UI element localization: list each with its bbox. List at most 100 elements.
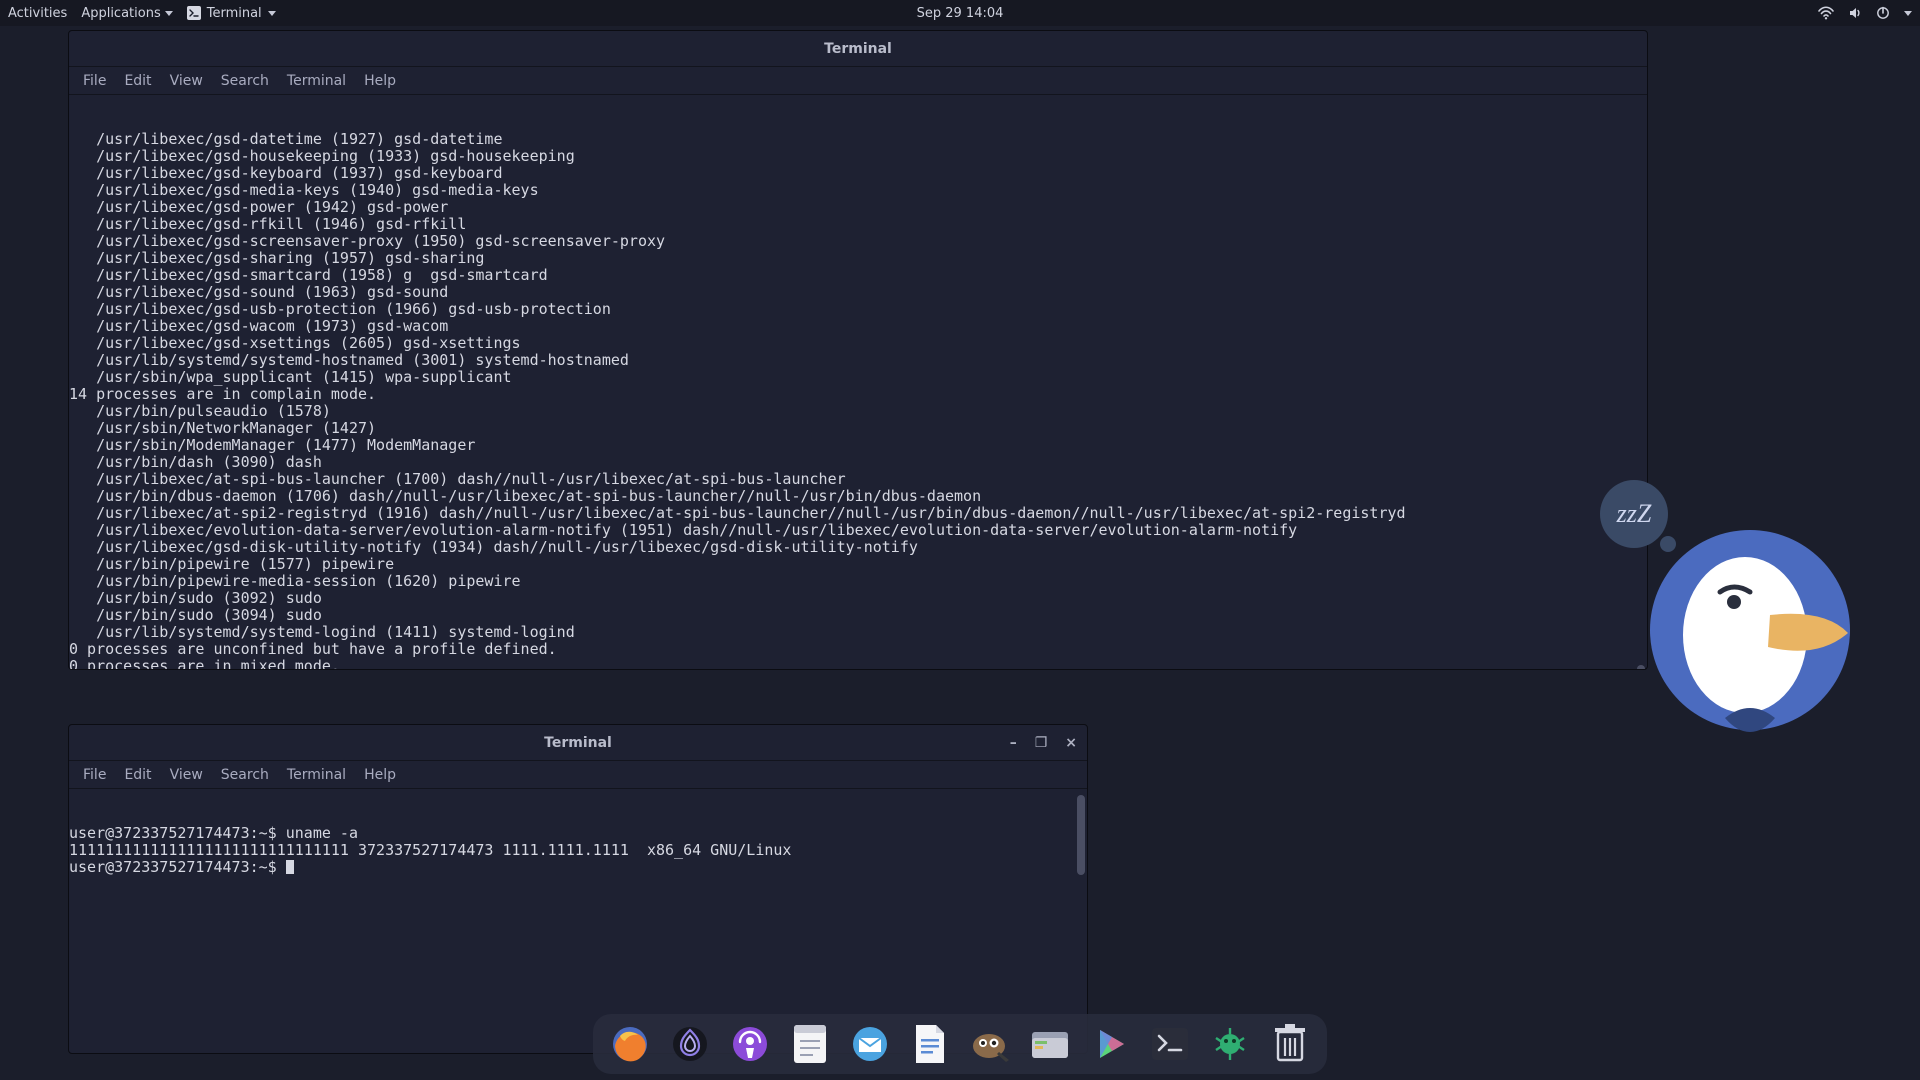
power-icon[interactable] xyxy=(1876,6,1890,20)
chevron-down-icon xyxy=(1904,11,1912,16)
menu-search[interactable]: Search xyxy=(221,73,269,89)
terminal-line: /usr/bin/dash (3090) dash xyxy=(69,454,1647,471)
system-tray[interactable] xyxy=(1818,6,1912,20)
firefox-icon xyxy=(610,1024,650,1064)
titlebar[interactable]: Terminal – ❐ × xyxy=(69,725,1087,761)
terminal-line: /usr/libexec/gsd-smartcard (1958) g gsd-… xyxy=(69,267,1647,284)
dock-firefox[interactable] xyxy=(607,1021,653,1067)
terminal-line: /usr/bin/sudo (3094) sudo xyxy=(69,607,1647,624)
bug-icon xyxy=(1210,1024,1250,1064)
terminal-line: /usr/libexec/gsd-usb-protection (1966) g… xyxy=(69,301,1647,318)
terminal-line: 14 processes are in complain mode. xyxy=(69,386,1647,403)
scrollbar-thumb[interactable] xyxy=(1077,795,1085,875)
play-icon xyxy=(1090,1024,1130,1064)
chevron-down-icon xyxy=(165,11,173,16)
terminal-line: /usr/sbin/ModemManager (1477) ModemManag… xyxy=(69,437,1647,454)
mascot: zzZ xyxy=(1640,520,1860,740)
terminal-line: user@372337527174473:~$ uname -a xyxy=(69,825,1087,842)
menu-edit[interactable]: Edit xyxy=(124,73,151,89)
top-panel: Activities Applications Terminal Sep 29 … xyxy=(0,0,1920,26)
terminal-icon xyxy=(1150,1026,1190,1062)
mail-icon xyxy=(850,1024,890,1064)
terminal-line: 0 processes are unconfined but have a pr… xyxy=(69,641,1647,658)
menu-file[interactable]: File xyxy=(83,73,106,89)
menu-terminal[interactable]: Terminal xyxy=(287,767,346,783)
terminal-line: /usr/libexec/at-spi2-registryd (1916) da… xyxy=(69,505,1647,522)
applications-menu[interactable]: Applications xyxy=(81,6,172,21)
terminal-line: /usr/sbin/wpa_supplicant (1415) wpa-supp… xyxy=(69,369,1647,386)
terminal-line: /usr/bin/pipewire-media-session (1620) p… xyxy=(69,573,1647,590)
terminal-line: /usr/libexec/gsd-power (1942) gsd-power xyxy=(69,199,1647,216)
terminal-line: /usr/libexec/gsd-xsettings (2605) gsd-xs… xyxy=(69,335,1647,352)
terminal-line: /usr/libexec/gsd-wacom (1973) gsd-wacom xyxy=(69,318,1647,335)
terminal-line: /usr/libexec/evolution-data-server/evolu… xyxy=(69,522,1647,539)
minimize-button[interactable]: – xyxy=(1010,735,1017,751)
terminal-line: /usr/libexec/gsd-keyboard (1937) gsd-key… xyxy=(69,165,1647,182)
document-icon xyxy=(912,1023,948,1065)
terminal-line: /usr/libexec/gsd-datetime (1927) gsd-dat… xyxy=(69,131,1647,148)
files-icon xyxy=(1029,1026,1071,1062)
sleep-bubble: zzZ xyxy=(1600,480,1668,548)
window-title: Terminal xyxy=(544,735,612,751)
dock-files[interactable] xyxy=(1027,1021,1073,1067)
terminal-window-1[interactable]: Terminal File Edit View Search Terminal … xyxy=(68,30,1648,670)
terminal-line: /usr/libexec/at-spi-bus-launcher (1700) … xyxy=(69,471,1647,488)
maximize-button[interactable]: ❐ xyxy=(1035,735,1048,751)
dock-document[interactable] xyxy=(907,1021,953,1067)
menu-view[interactable]: View xyxy=(170,73,203,89)
terminal-line: /usr/bin/pulseaudio (1578) xyxy=(69,403,1647,420)
terminal-line: /usr/libexec/gsd-media-keys (1940) gsd-m… xyxy=(69,182,1647,199)
activities-button[interactable]: Activities xyxy=(8,6,67,21)
network-icon[interactable] xyxy=(1818,6,1834,20)
terminal-line: /usr/libexec/gsd-disk-utility-notify (19… xyxy=(69,539,1647,556)
terminal-output[interactable]: /usr/libexec/gsd-datetime (1927) gsd-dat… xyxy=(69,95,1647,669)
menu-view[interactable]: View xyxy=(170,767,203,783)
dock xyxy=(593,1014,1327,1074)
menu-search[interactable]: Search xyxy=(221,767,269,783)
terminal-line: /usr/sbin/NetworkManager (1427) xyxy=(69,420,1647,437)
window-switcher-terminal[interactable]: Terminal xyxy=(187,6,276,21)
cursor xyxy=(286,860,294,874)
notes-icon xyxy=(791,1023,829,1065)
terminal-line: /usr/libexec/gsd-sound (1963) gsd-sound xyxy=(69,284,1647,301)
terminal-line: /usr/lib/systemd/systemd-logind (1411) s… xyxy=(69,624,1647,641)
terminal-line: /usr/bin/pipewire (1577) pipewire xyxy=(69,556,1647,573)
menu-help[interactable]: Help xyxy=(364,767,396,783)
dock-terminal[interactable] xyxy=(1147,1021,1193,1067)
volume-icon[interactable] xyxy=(1848,6,1862,20)
terminal-icon xyxy=(187,6,201,20)
dock-security[interactable] xyxy=(1207,1021,1253,1067)
menu-help[interactable]: Help xyxy=(364,73,396,89)
terminal-line: /usr/libexec/gsd-rfkill (1946) gsd-rfkil… xyxy=(69,216,1647,233)
trash-icon xyxy=(1273,1024,1307,1064)
terminal-line: /usr/bin/sudo (3092) sudo xyxy=(69,590,1647,607)
terminal-line: /usr/libexec/gsd-screensaver-proxy (1950… xyxy=(69,233,1647,250)
menubar: File Edit View Search Terminal Help xyxy=(69,761,1087,789)
menu-file[interactable]: File xyxy=(83,767,106,783)
terminal-line: /usr/libexec/gsd-sharing (1957) gsd-shar… xyxy=(69,250,1647,267)
onion-icon xyxy=(670,1024,710,1064)
terminal-line: /usr/lib/systemd/systemd-hostnamed (3001… xyxy=(69,352,1647,369)
dock-gimp[interactable] xyxy=(967,1021,1013,1067)
terminal-window-2[interactable]: Terminal – ❐ × File Edit View Search Ter… xyxy=(68,724,1088,1054)
gimp-icon xyxy=(969,1026,1011,1062)
window-title: Terminal xyxy=(824,41,892,57)
podcast-icon xyxy=(730,1024,770,1064)
dock-mail[interactable] xyxy=(847,1021,893,1067)
duck-mascot-icon xyxy=(1640,520,1860,740)
menu-terminal[interactable]: Terminal xyxy=(287,73,346,89)
dock-media[interactable] xyxy=(1087,1021,1133,1067)
menubar: File Edit View Search Terminal Help xyxy=(69,67,1647,95)
close-button[interactable]: × xyxy=(1065,735,1077,751)
chevron-down-icon xyxy=(268,11,276,16)
titlebar[interactable]: Terminal xyxy=(69,31,1647,67)
dock-trash[interactable] xyxy=(1267,1021,1313,1067)
dock-notes[interactable] xyxy=(787,1021,833,1067)
terminal-line: /usr/bin/dbus-daemon (1706) dash//null-/… xyxy=(69,488,1647,505)
dock-podcast[interactable] xyxy=(727,1021,773,1067)
prompt-line[interactable]: user@372337527174473:~$ xyxy=(69,859,1087,876)
dock-tor[interactable] xyxy=(667,1021,713,1067)
terminal-line: /usr/libexec/gsd-housekeeping (1933) gsd… xyxy=(69,148,1647,165)
menu-edit[interactable]: Edit xyxy=(124,767,151,783)
clock[interactable]: Sep 29 14:04 xyxy=(917,6,1004,21)
